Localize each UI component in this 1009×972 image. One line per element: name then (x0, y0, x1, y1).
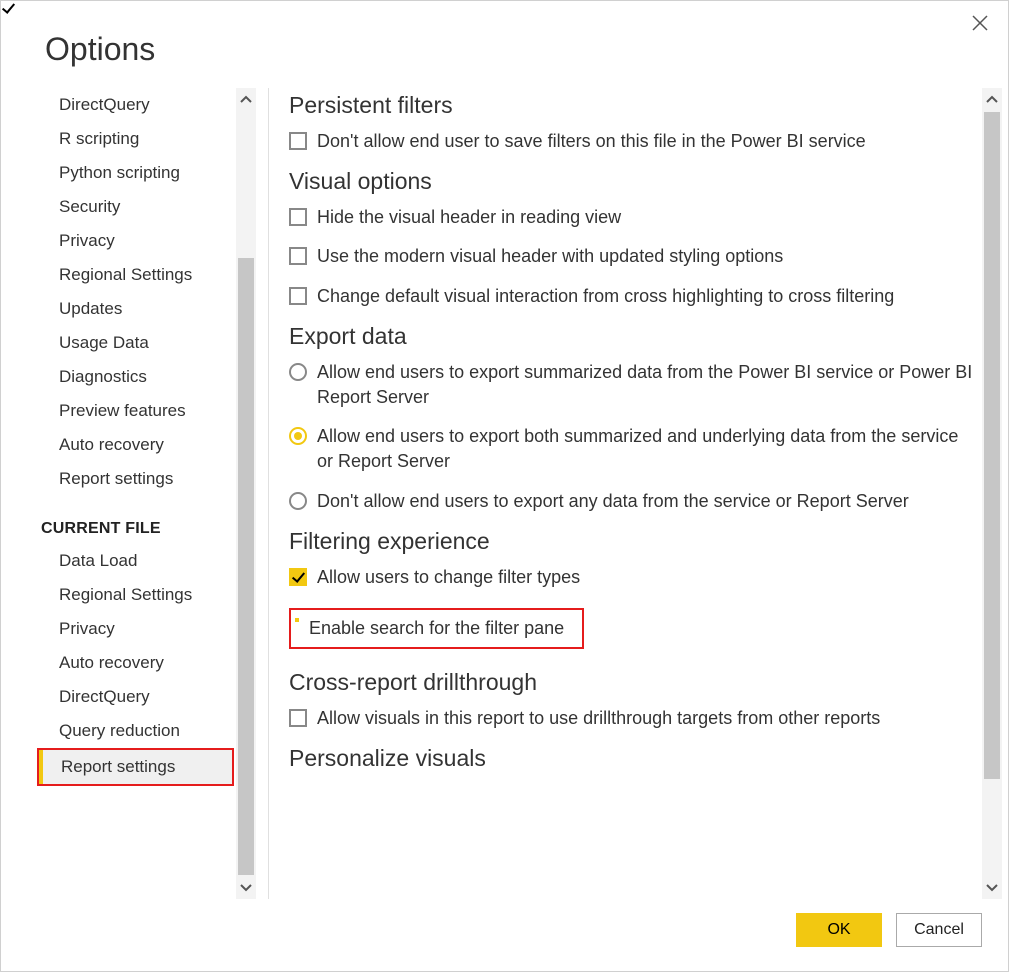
sidebar-item-preview-features[interactable]: Preview features (37, 394, 234, 428)
sidebar-item-cf-query-reduction[interactable]: Query reduction (37, 714, 234, 748)
sidebar-item-cf-directquery[interactable]: DirectQuery (37, 680, 234, 714)
content-panel: Persistent filters Don't allow end user … (279, 88, 1002, 899)
sidebar: DirectQuery R scripting Python scripting… (31, 88, 234, 899)
option-modern-header: Use the modern visual header with update… (289, 244, 974, 269)
label-export-summarized: Allow end users to export summarized dat… (317, 360, 974, 410)
option-allow-change-filter-types: Allow users to change filter types (289, 565, 974, 590)
option-export-summarized: Allow end users to export summarized dat… (289, 360, 974, 410)
content-scroll-thumb[interactable] (984, 112, 1000, 779)
sidebar-item-python-scripting[interactable]: Python scripting (37, 156, 234, 190)
section-persistent-filters: Persistent filters (289, 92, 974, 119)
sidebar-scrollbar[interactable] (236, 88, 256, 899)
option-hide-visual-header: Hide the visual header in reading view (289, 205, 974, 230)
label-export-none: Don't allow end users to export any data… (317, 489, 974, 514)
content: Persistent filters Don't allow end user … (279, 88, 982, 899)
option-export-none: Don't allow end users to export any data… (289, 489, 974, 514)
radio-export-summarized[interactable] (289, 363, 307, 381)
radio-export-both[interactable] (289, 427, 307, 445)
sidebar-item-cf-report-settings[interactable]: Report settings (39, 750, 232, 784)
checkbox-allow-change-filter-types[interactable] (289, 568, 307, 586)
checkbox-modern-header[interactable] (289, 247, 307, 265)
label-allow-change-filter-types: Allow users to change filter types (317, 565, 974, 590)
close-icon[interactable] (972, 15, 992, 35)
label-export-both: Allow end users to export both summarize… (317, 424, 974, 474)
sidebar-item-cf-data-load[interactable]: Data Load (37, 544, 234, 578)
option-persistent-disallow: Don't allow end user to save filters on … (289, 129, 974, 154)
checkbox-cross-filtering[interactable] (289, 287, 307, 305)
label-cross-filtering: Change default visual interaction from c… (317, 284, 974, 309)
highlight-report-settings: Report settings (37, 748, 234, 786)
chevron-up-icon[interactable] (982, 88, 1002, 112)
sidebar-item-usage-data[interactable]: Usage Data (37, 326, 234, 360)
cancel-button[interactable]: Cancel (896, 913, 982, 947)
sidebar-item-r-scripting[interactable]: R scripting (37, 122, 234, 156)
sidebar-item-updates[interactable]: Updates (37, 292, 234, 326)
section-export-data: Export data (289, 323, 974, 350)
content-scrollbar[interactable] (982, 88, 1002, 899)
sidebar-panel: DirectQuery R scripting Python scripting… (31, 88, 256, 899)
label-persistent-disallow: Don't allow end user to save filters on … (317, 129, 974, 154)
label-enable-search-filter-pane: Enable search for the filter pane (309, 618, 564, 639)
highlight-enable-search-filter-pane: Enable search for the filter pane (289, 608, 584, 649)
options-dialog: Options DirectQuery R scripting Python s… (0, 0, 1009, 972)
sidebar-section-current-file: CURRENT FILE (37, 496, 234, 544)
option-cross-filtering: Change default visual interaction from c… (289, 284, 974, 309)
ok-button[interactable]: OK (796, 913, 882, 947)
chevron-up-icon[interactable] (236, 88, 256, 112)
section-filtering-experience: Filtering experience (289, 528, 974, 555)
chevron-down-icon[interactable] (236, 875, 256, 899)
sidebar-item-directquery[interactable]: DirectQuery (37, 88, 234, 122)
sidebar-item-regional-settings[interactable]: Regional Settings (37, 258, 234, 292)
label-modern-header: Use the modern visual header with update… (317, 244, 974, 269)
label-hide-visual-header: Hide the visual header in reading view (317, 205, 974, 230)
sidebar-item-privacy[interactable]: Privacy (37, 224, 234, 258)
sidebar-scroll-thumb[interactable] (238, 258, 254, 875)
vertical-divider (268, 88, 269, 899)
sidebar-item-report-settings[interactable]: Report settings (37, 462, 234, 496)
sidebar-item-cf-privacy[interactable]: Privacy (37, 612, 234, 646)
checkbox-cross-report-drillthrough[interactable] (289, 709, 307, 727)
checkbox-enable-search-filter-pane[interactable] (295, 618, 299, 622)
section-visual-options: Visual options (289, 168, 974, 195)
section-cross-report-drillthrough: Cross-report drillthrough (289, 669, 974, 696)
sidebar-item-cf-regional-settings[interactable]: Regional Settings (37, 578, 234, 612)
option-cross-report-drillthrough: Allow visuals in this report to use dril… (289, 706, 974, 731)
dialog-title: Options (1, 1, 1008, 88)
section-personalize-visuals: Personalize visuals (289, 745, 974, 772)
label-cross-report-drillthrough: Allow visuals in this report to use dril… (317, 706, 974, 731)
radio-export-none[interactable] (289, 492, 307, 510)
checkbox-hide-visual-header[interactable] (289, 208, 307, 226)
dialog-footer: OK Cancel (1, 899, 1008, 971)
checkbox-persistent-disallow[interactable] (289, 132, 307, 150)
option-export-both: Allow end users to export both summarize… (289, 424, 974, 474)
dialog-body: DirectQuery R scripting Python scripting… (1, 88, 1008, 899)
sidebar-item-security[interactable]: Security (37, 190, 234, 224)
chevron-down-icon[interactable] (982, 875, 1002, 899)
sidebar-item-diagnostics[interactable]: Diagnostics (37, 360, 234, 394)
sidebar-item-cf-auto-recovery[interactable]: Auto recovery (37, 646, 234, 680)
sidebar-item-auto-recovery[interactable]: Auto recovery (37, 428, 234, 462)
